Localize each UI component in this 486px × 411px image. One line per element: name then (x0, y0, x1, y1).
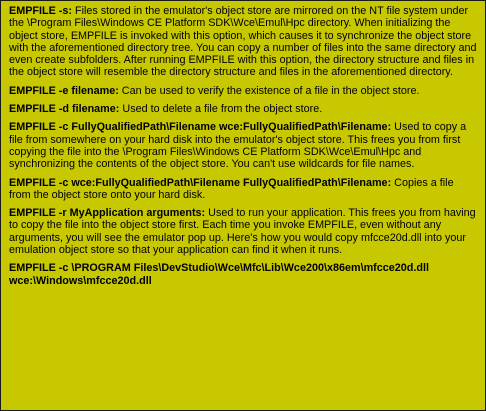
command-text: EMPFILE -c \PROGRAM Files\DevStudio\Wce\… (9, 262, 429, 287)
entry-copy-from-store: EMPFILE -c wce:FullyQualifiedPath\Filena… (9, 177, 477, 202)
command-text: EMPFILE -e filename: (9, 84, 119, 97)
command-text: EMPFILE -c wce:FullyQualifiedPath\Filena… (9, 176, 392, 189)
entry-copy-to-store: EMPFILE -c FullyQualifiedPath\Filename w… (9, 121, 477, 170)
entry-run: EMPFILE -r MyApplication arguments: Used… (9, 207, 477, 256)
command-text: EMPFILE -r MyApplication arguments: (9, 207, 206, 220)
entry-sync: EMPFILE -s: Files stored in the emulator… (9, 5, 477, 79)
document-content: EMPFILE -s: Files stored in the emulator… (1, 1, 485, 287)
entry-example: EMPFILE -c \PROGRAM Files\DevStudio\Wce\… (9, 262, 477, 287)
description-text: Files stored in the emulator's object st… (9, 5, 477, 79)
command-text: EMPFILE -c FullyQualifiedPath\Filename w… (9, 121, 392, 134)
entry-exists: EMPFILE -e filename: Can be used to veri… (9, 85, 477, 97)
command-text: EMPFILE -d filename: (9, 103, 120, 116)
entry-delete: EMPFILE -d filename: Used to delete a fi… (9, 103, 477, 115)
command-text: EMPFILE -s: (9, 5, 72, 17)
description-text: Used to delete a file from the object st… (119, 103, 323, 116)
description-text: Can be used to verify the existence of a… (118, 84, 420, 97)
document-panel: EMPFILE -s: Files stored in the emulator… (0, 0, 486, 411)
